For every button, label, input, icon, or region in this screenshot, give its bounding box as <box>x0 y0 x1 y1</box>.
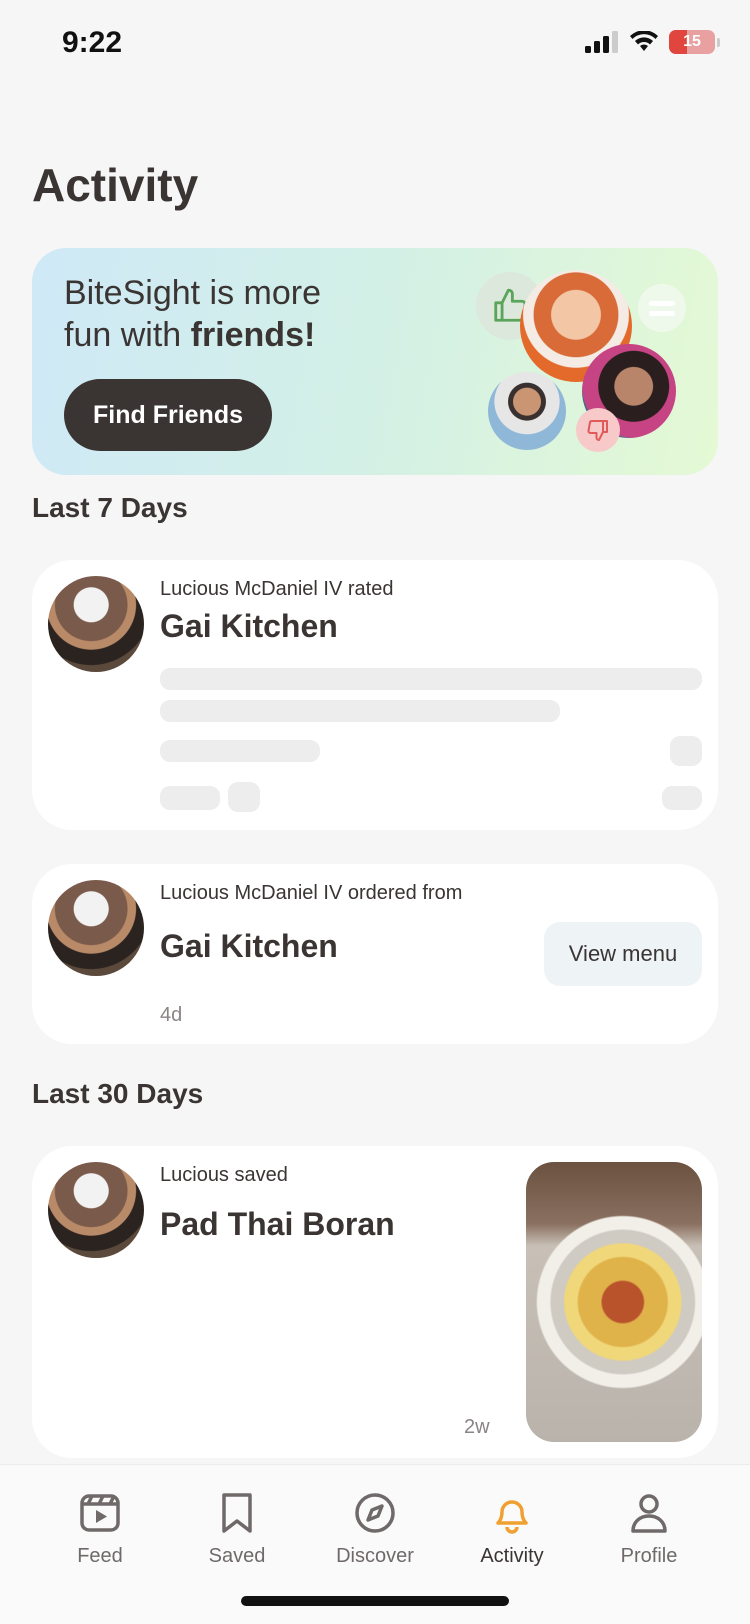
view-menu-button[interactable]: View menu <box>544 922 702 986</box>
activity-card-ordered[interactable]: Lucious McDaniel IV ordered from Gai Kit… <box>32 864 718 1044</box>
promo-line-2: fun with friends! <box>64 316 316 354</box>
loading-placeholder <box>228 782 260 812</box>
timestamp: 4d <box>160 1004 183 1026</box>
tab-activity[interactable]: Activity <box>452 1489 572 1568</box>
dish-photo[interactable] <box>526 1162 702 1442</box>
loading-placeholder <box>160 740 320 762</box>
tab-discover-label: Discover <box>336 1545 414 1567</box>
friend-avatar <box>488 372 566 450</box>
dish-name[interactable]: Pad Thai Boran <box>160 1206 395 1243</box>
activity-subtitle: Lucious McDaniel IV rated <box>160 578 394 600</box>
wifi-icon <box>630 31 658 51</box>
status-icons: 15 <box>585 30 720 54</box>
page-title: Activity <box>32 159 199 211</box>
battery-level: 15 <box>683 33 701 50</box>
avatar[interactable] <box>48 576 144 672</box>
loading-placeholder <box>160 786 220 810</box>
person-icon <box>631 1494 667 1533</box>
compass-icon <box>355 1493 395 1533</box>
status-bar: 9:22 15 <box>0 0 750 90</box>
promo-text: BiteSight is more fun with friends! <box>64 272 321 356</box>
promo-line-1: BiteSight is more <box>64 274 321 312</box>
battery-icon: 15 <box>669 30 715 54</box>
loading-placeholder <box>662 786 702 810</box>
tab-profile-label: Profile <box>620 1545 678 1567</box>
timestamp: 2w <box>464 1416 490 1438</box>
tab-discover[interactable]: Discover <box>315 1489 435 1568</box>
home-indicator <box>241 1596 509 1606</box>
tab-feed[interactable]: Feed <box>40 1489 160 1568</box>
loading-placeholder <box>160 668 702 690</box>
bookmark-icon <box>222 1493 252 1533</box>
activity-card-saved[interactable]: Lucious saved Pad Thai Boran 2w <box>32 1146 718 1458</box>
avatar[interactable] <box>48 1162 144 1258</box>
avatar[interactable] <box>48 880 144 976</box>
restaurant-name[interactable]: Gai Kitchen <box>160 608 338 645</box>
thumbs-down-icon <box>576 408 620 452</box>
restaurant-name[interactable]: Gai Kitchen <box>160 928 338 965</box>
activity-subtitle: Lucious saved <box>160 1164 288 1186</box>
find-friends-banner: BiteSight is more fun with friends! Find… <box>32 248 718 475</box>
tab-saved-label: Saved <box>208 1545 266 1567</box>
comment-icon <box>638 284 686 332</box>
tab-activity-label: Activity <box>480 1545 544 1567</box>
section-header-last-7-days: Last 7 Days <box>32 492 188 523</box>
status-time: 9:22 <box>62 26 123 59</box>
activity-card-rated[interactable]: Lucious McDaniel IV rated Gai Kitchen <box>32 560 718 830</box>
find-friends-button[interactable]: Find Friends <box>64 379 272 451</box>
tab-saved[interactable]: Saved <box>177 1489 297 1568</box>
bell-icon <box>496 1500 528 1534</box>
tab-profile[interactable]: Profile <box>589 1489 709 1568</box>
loading-placeholder <box>670 736 702 766</box>
section-header-last-30-days: Last 30 Days <box>32 1078 204 1109</box>
loading-placeholder <box>160 700 560 722</box>
cellular-signal-icon <box>585 31 618 53</box>
tab-feed-label: Feed <box>77 1545 123 1567</box>
activity-subtitle: Lucious McDaniel IV ordered from <box>160 882 463 904</box>
feed-icon <box>80 1494 120 1532</box>
